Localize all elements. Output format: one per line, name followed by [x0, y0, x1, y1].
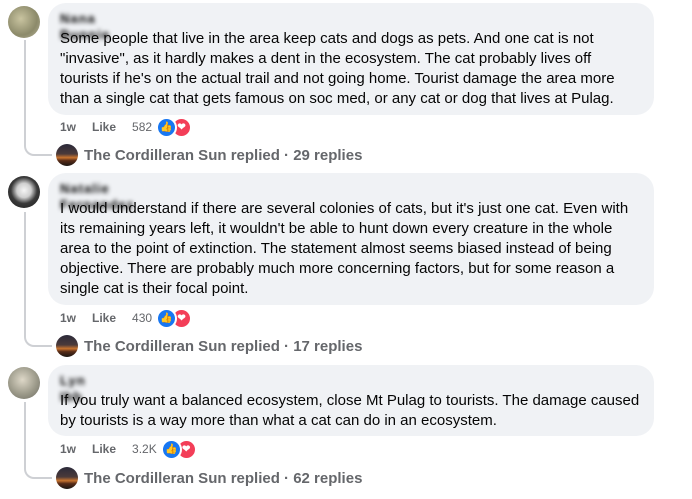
comment-actions: 1w Like 582 👍 ❤ [60, 116, 193, 138]
like-button[interactable]: Like [92, 311, 116, 325]
reaction-count[interactable]: 430 [132, 311, 152, 325]
comment-timestamp[interactable]: 1w [60, 120, 76, 134]
comment-bubble: Lyn Ibb If you truly want a balanced eco… [48, 365, 654, 436]
reply-author[interactable]: The Cordilleran Sun [84, 147, 227, 164]
comment-text: Some people that live in the area keep c… [60, 30, 615, 107]
reply-summary[interactable]: replied · 29 replies [231, 147, 363, 164]
comment-text: If you truly want a balanced ecosystem, … [60, 392, 640, 429]
view-replies-link[interactable]: The Cordilleran Sun replied · 62 replies [56, 466, 362, 490]
reaction-count[interactable]: 3.2K [132, 442, 157, 456]
reply-author[interactable]: The Cordilleran Sun [84, 338, 227, 355]
like-button[interactable]: Like [92, 120, 116, 134]
avatar[interactable] [8, 176, 40, 208]
view-replies-link[interactable]: The Cordilleran Sun replied · 17 replies [56, 334, 362, 358]
avatar[interactable] [8, 6, 40, 38]
reaction-icons[interactable]: 👍 ❤ [160, 438, 197, 460]
thumbs-up-icon: 👍 [160, 438, 182, 460]
comment-actions: 1w Like 3.2K 👍 ❤ [60, 438, 197, 460]
comment-author[interactable]: Lyn Ibb [60, 373, 100, 404]
reply-summary[interactable]: replied · 62 replies [231, 470, 363, 487]
view-replies-link[interactable]: The Cordilleran Sun replied · 29 replies [56, 143, 362, 167]
thumbs-up-icon: 👍 [156, 307, 178, 329]
page-avatar [56, 467, 78, 489]
reply-author[interactable]: The Cordilleran Sun [84, 470, 227, 487]
comment-actions: 1w Like 430 👍 ❤ [60, 307, 193, 329]
comment-bubble: Natalie Fernandez I would understand if … [48, 173, 654, 305]
comment-timestamp[interactable]: 1w [60, 311, 76, 325]
page-avatar [56, 144, 78, 166]
reaction-icons[interactable]: 👍 ❤ [156, 116, 193, 138]
page-avatar [56, 335, 78, 357]
comment-timestamp[interactable]: 1w [60, 442, 76, 456]
like-button[interactable]: Like [92, 442, 116, 456]
avatar[interactable] [8, 367, 40, 399]
comment-bubble: Nana Bunnie Some people that live in the… [48, 3, 654, 115]
thumbs-up-icon: 👍 [156, 116, 178, 138]
reaction-count[interactable]: 582 [132, 120, 152, 134]
comment-text: I would understand if there are several … [60, 200, 629, 297]
reply-summary[interactable]: replied · 17 replies [231, 338, 363, 355]
comment-author[interactable]: Nana Bunnie [60, 11, 122, 42]
comment-author[interactable]: Natalie Fernandez [60, 181, 170, 212]
reaction-icons[interactable]: 👍 ❤ [156, 307, 193, 329]
